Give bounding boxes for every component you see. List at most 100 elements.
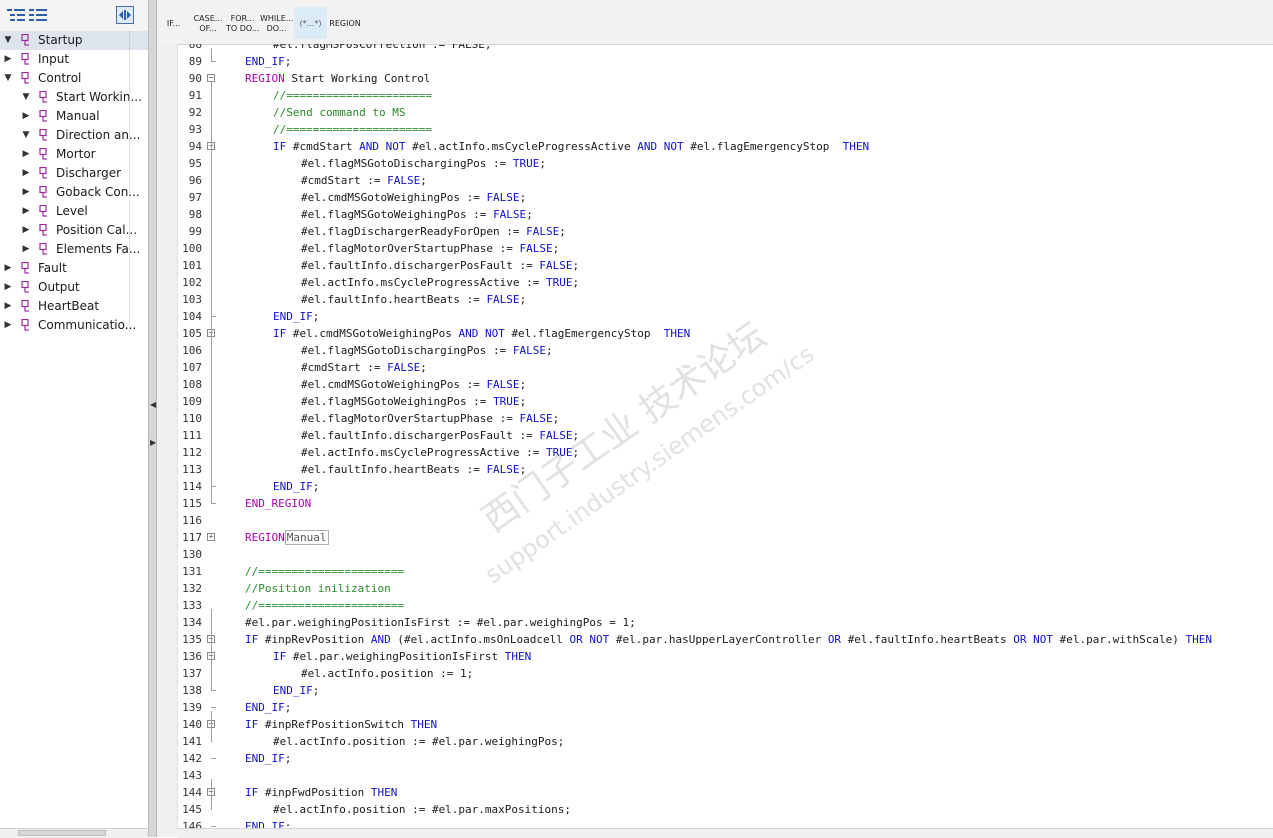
collapsed-arrow-icon[interactable]: ▶ — [4, 316, 12, 335]
code-line[interactable]: 95 #el.flagMSGotoDischargingPos := TRUE; — [177, 155, 1273, 172]
code-line[interactable]: 103 #el.faultInfo.heartBeats := FALSE; — [177, 291, 1273, 308]
code-line[interactable]: 113 #el.faultInfo.heartBeats := FALSE; — [177, 461, 1273, 478]
code-line[interactable]: 91 //====================== — [177, 87, 1273, 104]
tree-item[interactable]: ▼ Control — [0, 69, 148, 88]
expanded-arrow-icon[interactable]: ▼ — [4, 69, 12, 88]
collapsed-arrow-icon[interactable]: ▶ — [4, 259, 12, 278]
collapsed-arrow-icon[interactable]: ▶ — [4, 297, 12, 316]
scrollbar-thumb[interactable] — [18, 830, 106, 836]
tree-item[interactable]: ▶ Elements Fa... — [0, 240, 148, 259]
code-line[interactable]: 96 #cmdStart := FALSE; — [177, 172, 1273, 189]
tree-item[interactable]: ▶ Output — [0, 278, 148, 297]
tree-item[interactable]: ▶ Input — [0, 50, 148, 69]
code-line[interactable]: 100 #el.flagMotorOverStartupPhase := FALS… — [177, 240, 1273, 257]
code-line[interactable]: 131 //====================== — [177, 563, 1273, 580]
code-line[interactable]: 114 END_IF; — [177, 478, 1273, 495]
collapsed-arrow-icon[interactable]: ▶ — [22, 221, 30, 240]
code-line[interactable]: 139 END_IF; — [177, 699, 1273, 716]
code-line[interactable]: 101 #el.faultInfo.dischargerPosFault := F… — [177, 257, 1273, 274]
code-line[interactable]: 133 //====================== — [177, 597, 1273, 614]
expand-right-arrow-icon[interactable]: ▶ — [150, 438, 156, 447]
code-line[interactable]: 135−IF #inpRevPosition AND (#el.actInfo.… — [177, 631, 1273, 648]
insert-instruction-button[interactable]: WHILE... DO... — [260, 7, 293, 39]
code-line[interactable]: 111 #el.faultInfo.dischargerPosFault := F… — [177, 427, 1273, 444]
collapse-all-icon[interactable] — [29, 8, 47, 22]
code-line[interactable]: 130 — [177, 546, 1273, 563]
code-line[interactable]: 144−IF #inpFwdPosition THEN — [177, 784, 1273, 801]
code-line[interactable]: 97 #el.cmdMSGotoWeighingPos := FALSE; — [177, 189, 1273, 206]
tree-item[interactable]: ▶ Manual — [0, 107, 148, 126]
code-line[interactable]: 93 //====================== — [177, 121, 1273, 138]
tree-item[interactable]: ▼ Direction an... — [0, 126, 148, 145]
collapsed-arrow-icon[interactable]: ▶ — [22, 240, 30, 259]
tree-item[interactable]: ▶ HeartBeat — [0, 297, 148, 316]
code-line[interactable]: 105−IF #el.cmdMSGotoWeighingPos AND NOT … — [177, 325, 1273, 342]
insert-instruction-button[interactable]: CASE... OF... — [191, 7, 225, 39]
code-line[interactable]: 138 END_IF; — [177, 682, 1273, 699]
code-line[interactable]: 112 #el.actInfo.msCycleProgressActive := … — [177, 444, 1273, 461]
code-line[interactable]: 136−IF #el.par.weighingPositionIsFirst T… — [177, 648, 1273, 665]
fold-expand-icon[interactable]: + — [207, 533, 215, 541]
code-line[interactable]: 106 #el.flagMSGotoDischargingPos := FALSE… — [177, 342, 1273, 359]
collapsed-arrow-icon[interactable]: ▶ — [22, 107, 30, 126]
line-number: 104 — [182, 310, 202, 323]
code-line[interactable]: 102 #el.actInfo.msCycleProgressActive := … — [177, 274, 1273, 291]
code-token: ; — [284, 752, 292, 765]
toggle-panel-icon — [119, 10, 131, 20]
collapsed-arrow-icon[interactable]: ▶ — [22, 183, 30, 202]
code-line[interactable]: 104 END_IF; — [177, 308, 1273, 325]
tree-item[interactable]: ▼ Start Workin... — [0, 88, 148, 107]
code-line[interactable]: 141 #el.actInfo.position := #el.par.weigh… — [177, 733, 1273, 750]
code-line[interactable]: 88 #el.flagMSPosCorrection := FALSE; — [177, 44, 1273, 53]
code-line[interactable]: 108 #el.cmdMSGotoWeighingPos := FALSE; — [177, 376, 1273, 393]
panel-splitter[interactable]: ◀ ▶ — [148, 0, 157, 837]
code-line[interactable]: 90− REGION Start Working Control — [177, 70, 1273, 87]
code-line[interactable]: 145 #el.actInfo.position := #el.par.maxPo… — [177, 801, 1273, 818]
code-line[interactable]: 109 #el.flagMSGotoWeighingPos := TRUE; — [177, 393, 1273, 410]
code-line[interactable]: 117 + REGION Manual — [177, 529, 1273, 546]
code-editor[interactable]: 88 #el.flagMSPosCorrection := FALSE; 89 END… — [177, 44, 1273, 828]
code-line[interactable]: 115 END_REGION — [177, 495, 1273, 512]
code-line[interactable]: 94−IF #cmdStart AND NOT #el.actInfo.msCy… — [177, 138, 1273, 155]
code-line[interactable]: 134 #el.par.weighingPositionIsFirst := #e… — [177, 614, 1273, 631]
code-line[interactable]: 92 //Send command to MS — [177, 104, 1273, 121]
collapsed-arrow-icon[interactable]: ▶ — [22, 202, 30, 221]
collapsed-arrow-icon[interactable]: ▶ — [22, 164, 30, 183]
tree-item-label: Control — [38, 71, 82, 85]
collapsed-region-name[interactable]: Manual — [284, 530, 329, 545]
code-line[interactable]: 137 #el.actInfo.position := 1; — [177, 665, 1273, 682]
insert-instruction-button[interactable]: IF... — [157, 7, 190, 39]
tree-item[interactable]: ▶ Goback Con... — [0, 183, 148, 202]
collapsed-arrow-icon[interactable]: ▶ — [4, 278, 12, 297]
tree-item[interactable]: ▶ Fault — [0, 259, 148, 278]
insert-instruction-button[interactable]: (*...*) — [294, 7, 327, 39]
code-line[interactable]: 140−IF #inpRefPositionSwitch THEN — [177, 716, 1273, 733]
tree-item[interactable]: ▶ Communicatio... — [0, 316, 148, 335]
fold-collapse-icon[interactable]: − — [207, 74, 215, 82]
toggle-panel-button[interactable] — [116, 6, 134, 24]
collapsed-arrow-icon[interactable]: ▶ — [22, 145, 30, 164]
code-line[interactable]: 142 END_IF; — [177, 750, 1273, 767]
insert-instruction-button[interactable]: REGION — [328, 7, 362, 39]
code-line[interactable]: 132 //Position inilization — [177, 580, 1273, 597]
expand-all-icon[interactable] — [7, 8, 25, 22]
tree-item[interactable]: ▶ Level — [0, 202, 148, 221]
collapsed-arrow-icon[interactable]: ▶ — [4, 50, 12, 69]
code-line[interactable]: 98 #el.flagMSGotoWeighingPos := FALSE; — [177, 206, 1273, 223]
code-line[interactable]: 107 #cmdStart := FALSE; — [177, 359, 1273, 376]
tree-item[interactable]: ▼ Startup — [0, 31, 148, 50]
expanded-arrow-icon[interactable]: ▼ — [22, 126, 30, 145]
expanded-arrow-icon[interactable]: ▼ — [4, 31, 12, 50]
collapse-left-arrow-icon[interactable]: ◀ — [150, 400, 156, 409]
tree-item[interactable]: ▶ Position Cal... — [0, 221, 148, 240]
tree-item[interactable]: ▶ Discharger — [0, 164, 148, 183]
code-line[interactable]: 143 — [177, 767, 1273, 784]
expanded-arrow-icon[interactable]: ▼ — [22, 88, 30, 107]
code-line[interactable]: 110 #el.flagMotorOverStartupPhase := FALS… — [177, 410, 1273, 427]
code-line[interactable]: 99 #el.flagDischargerReadyForOpen := FALS… — [177, 223, 1273, 240]
code-line[interactable]: 116 — [177, 512, 1273, 529]
code-line[interactable]: 146 END_IF; — [177, 818, 1273, 828]
tree-item[interactable]: ▶ Mortor — [0, 145, 148, 164]
insert-instruction-button[interactable]: FOR... TO DO... — [226, 7, 260, 39]
code-line[interactable]: 89 END_IF; — [177, 53, 1273, 70]
